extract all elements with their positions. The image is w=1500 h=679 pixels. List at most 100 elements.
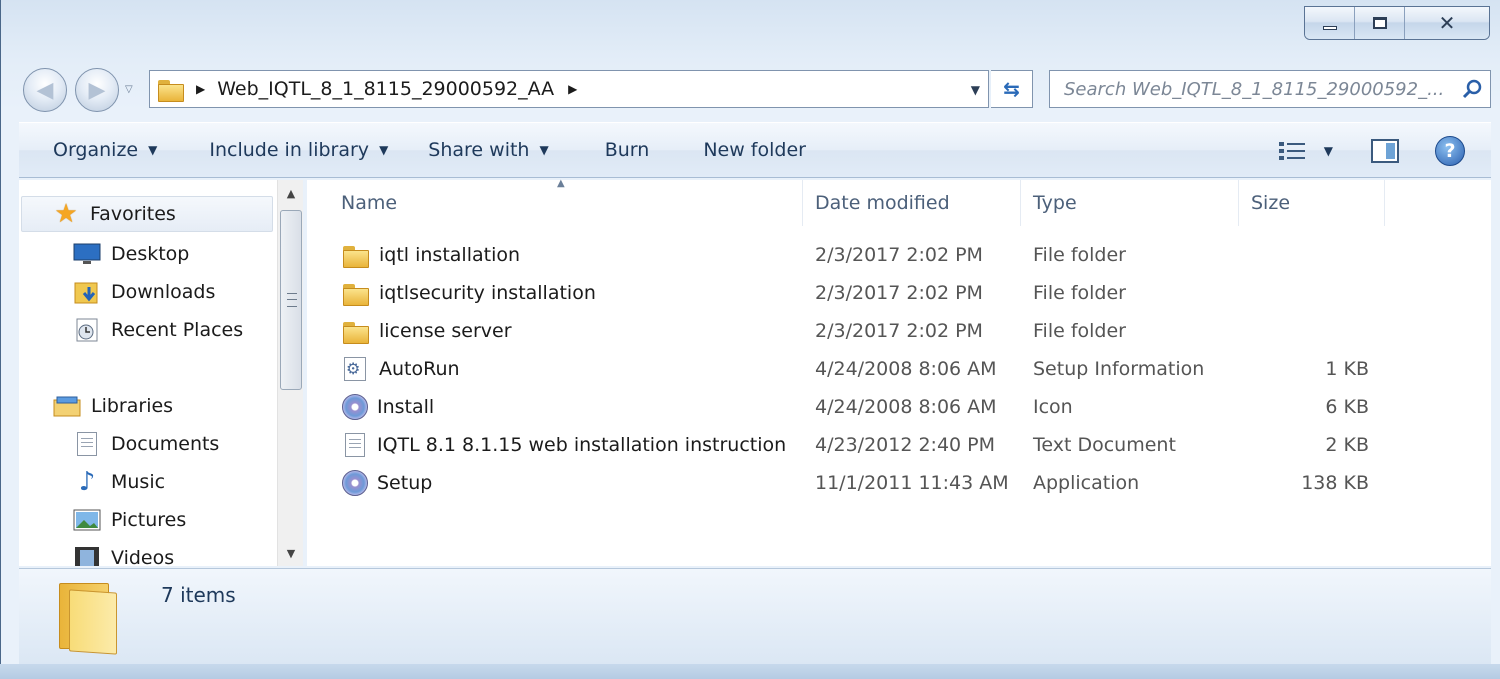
forward-arrow-icon: ▶ bbox=[88, 77, 106, 103]
refresh-icon: ⇆ bbox=[1003, 77, 1020, 101]
search-box[interactable]: Search Web_IQTL_8_1_8115_29000592_... bbox=[1049, 70, 1491, 108]
file-type: File folder bbox=[1033, 244, 1126, 266]
include-in-library-label: Include in library bbox=[209, 139, 370, 161]
close-button[interactable]: ✕ bbox=[1405, 7, 1489, 39]
file-size: 1 KB bbox=[1325, 358, 1369, 380]
search-icon[interactable] bbox=[1462, 79, 1482, 99]
scroll-up-icon[interactable]: ▲ bbox=[278, 180, 303, 206]
minimize-button[interactable] bbox=[1305, 7, 1355, 39]
column-header-type[interactable]: Type bbox=[1021, 180, 1239, 226]
scroll-down-icon[interactable]: ▼ bbox=[278, 540, 303, 566]
nav-videos[interactable]: Videos bbox=[73, 540, 174, 566]
forward-button[interactable]: ▶ bbox=[75, 68, 119, 112]
star-icon: ★ bbox=[54, 199, 78, 229]
file-name: license server bbox=[379, 320, 512, 342]
help-icon[interactable]: ? bbox=[1435, 136, 1465, 166]
navigation-bar: ◀ ▶ ▽ ▶ Web_IQTL_8_1_8115_29000592_AA ▶ … bbox=[21, 64, 1491, 112]
share-with-button[interactable]: Share with ▼ bbox=[428, 139, 548, 161]
breadcrumb-current-folder[interactable]: Web_IQTL_8_1_8115_29000592_AA bbox=[217, 78, 554, 100]
nav-recent-places[interactable]: Recent Places bbox=[73, 312, 243, 348]
disc-icon bbox=[341, 388, 369, 426]
videos-icon bbox=[73, 546, 101, 566]
back-button[interactable]: ◀ bbox=[23, 68, 67, 112]
change-view-icon[interactable] bbox=[1278, 140, 1306, 162]
recent-pages-dropdown[interactable]: ▽ bbox=[125, 84, 133, 95]
disc-icon bbox=[341, 464, 369, 502]
text-document-icon bbox=[341, 426, 369, 464]
burn-button[interactable]: Burn bbox=[605, 139, 650, 161]
nav-videos-label: Videos bbox=[111, 547, 175, 566]
file-type: File folder bbox=[1033, 282, 1126, 304]
chevron-down-icon: ▼ bbox=[379, 143, 389, 157]
address-dropdown-icon[interactable]: ▼ bbox=[971, 83, 980, 97]
file-date: 4/23/2012 2:40 PM bbox=[815, 434, 996, 456]
table-row[interactable]: AutoRun 4/24/2008 8:06 AM Setup Informat… bbox=[337, 350, 1397, 388]
organize-button[interactable]: Organize ▼ bbox=[53, 139, 157, 161]
file-date: 2/3/2017 2:02 PM bbox=[815, 282, 983, 304]
chevron-down-icon: ▽ bbox=[125, 84, 133, 95]
navigation-pane-scrollbar[interactable]: ▲ ▼ bbox=[277, 180, 303, 566]
search-input[interactable]: Search Web_IQTL_8_1_8115_29000592_... bbox=[1064, 79, 1454, 100]
taskbar-strip bbox=[0, 664, 1500, 679]
nav-desktop-label: Desktop bbox=[111, 243, 190, 265]
table-row[interactable]: iqtl installation 2/3/2017 2:02 PM File … bbox=[337, 236, 1397, 274]
table-row[interactable]: IQTL 8.1 8.1.15 web installation instruc… bbox=[337, 426, 1397, 464]
file-name: IQTL 8.1 8.1.15 web installation instruc… bbox=[377, 434, 787, 456]
close-icon: ✕ bbox=[1438, 11, 1456, 35]
file-date: 11/1/2011 11:43 AM bbox=[815, 472, 1009, 494]
column-size-label: Size bbox=[1251, 192, 1291, 214]
column-header-size[interactable]: Size bbox=[1239, 180, 1385, 226]
navigation-pane: ★ Favorites Desktop Downloads Recent Pla… bbox=[19, 180, 303, 566]
column-header-date-modified[interactable]: Date modified bbox=[803, 180, 1021, 226]
nav-music-label: Music bbox=[111, 471, 166, 493]
views-dropdown-icon[interactable]: ▼ bbox=[1324, 144, 1333, 158]
minimize-icon bbox=[1322, 26, 1337, 30]
preview-pane-icon[interactable] bbox=[1371, 139, 1399, 163]
file-name: Install bbox=[377, 396, 435, 418]
file-size: 138 KB bbox=[1301, 472, 1369, 494]
file-size bbox=[1269, 274, 1369, 312]
nav-libraries[interactable]: Libraries bbox=[53, 388, 173, 424]
file-list: ▲ Name Date modified Type Size iqtl inst… bbox=[307, 178, 1491, 566]
nav-pictures[interactable]: Pictures bbox=[73, 502, 186, 538]
new-folder-label: New folder bbox=[703, 139, 806, 161]
breadcrumb-separator-icon[interactable]: ▶ bbox=[568, 82, 577, 96]
nav-desktop[interactable]: Desktop bbox=[73, 236, 189, 272]
command-bar: Organize ▼ Include in library ▼ Share wi… bbox=[19, 122, 1491, 178]
file-name: AutoRun bbox=[379, 358, 460, 380]
refresh-button[interactable]: ⇆ bbox=[991, 70, 1033, 108]
file-date: 4/24/2008 8:06 AM bbox=[815, 396, 997, 418]
table-row[interactable]: Setup 11/1/2011 11:43 AM Application 138… bbox=[337, 464, 1397, 502]
breadcrumb-separator-icon[interactable]: ▶ bbox=[196, 82, 205, 96]
nav-downloads-label: Downloads bbox=[111, 281, 216, 303]
new-folder-button[interactable]: New folder bbox=[703, 139, 806, 161]
scroll-thumb[interactable] bbox=[280, 210, 302, 390]
nav-documents[interactable]: Documents bbox=[73, 426, 219, 462]
explorer-window: ✕ ◀ ▶ ▽ ▶ Web_IQTL_8_1_8115_29000592_AA … bbox=[0, 0, 1500, 679]
share-with-label: Share with bbox=[428, 139, 530, 161]
table-row[interactable]: license server 2/3/2017 2:02 PM File fol… bbox=[337, 312, 1397, 350]
column-header-name[interactable]: Name bbox=[329, 180, 803, 226]
include-in-library-button[interactable]: Include in library ▼ bbox=[209, 139, 388, 161]
file-type: Application bbox=[1033, 472, 1140, 494]
nav-music[interactable]: ♪ Music bbox=[73, 464, 165, 500]
nav-downloads[interactable]: Downloads bbox=[73, 274, 215, 310]
downloads-icon bbox=[73, 280, 101, 304]
file-name: iqtl installation bbox=[379, 244, 521, 266]
pictures-icon bbox=[73, 508, 101, 532]
file-name: iqtlsecurity installation bbox=[379, 282, 596, 304]
table-row[interactable]: Install 4/24/2008 8:06 AM Icon 6 KB bbox=[337, 388, 1397, 426]
file-type: Setup Information bbox=[1033, 358, 1205, 380]
file-type: Icon bbox=[1033, 396, 1073, 418]
file-type: Text Document bbox=[1033, 434, 1176, 456]
column-type-label: Type bbox=[1033, 192, 1077, 214]
desktop-icon bbox=[73, 242, 101, 266]
file-date: 4/24/2008 8:06 AM bbox=[815, 358, 997, 380]
address-bar[interactable]: ▶ Web_IQTL_8_1_8115_29000592_AA ▶ ▼ bbox=[149, 70, 989, 108]
nav-favorites[interactable]: ★ Favorites bbox=[21, 196, 273, 232]
folder-icon bbox=[55, 577, 119, 655]
table-row[interactable]: iqtlsecurity installation 2/3/2017 2:02 … bbox=[337, 274, 1397, 312]
nav-libraries-label: Libraries bbox=[91, 395, 174, 417]
folder-icon bbox=[158, 78, 184, 102]
maximize-button[interactable] bbox=[1355, 7, 1405, 39]
